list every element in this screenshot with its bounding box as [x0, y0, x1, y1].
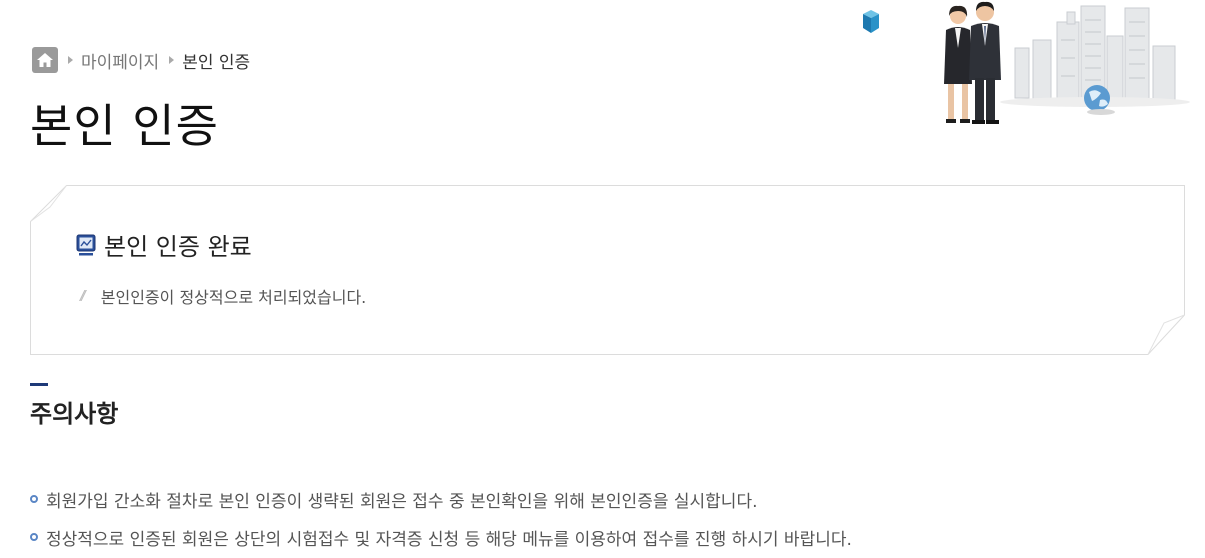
double-slash-icon: //	[80, 288, 86, 304]
chevron-right-icon	[68, 56, 73, 64]
home-icon[interactable]	[32, 47, 58, 73]
notice-message: // 본인인증이 정상적으로 처리되었습니다.	[80, 284, 366, 308]
monitor-icon	[76, 234, 96, 256]
hero-illustration	[845, 0, 1190, 135]
breadcrumb-item-mypage[interactable]: 마이페이지	[81, 48, 159, 73]
page-title: 본인 인증	[30, 99, 219, 153]
bullet-icon	[30, 495, 38, 503]
caution-list: 회원가입 간소화 절차로 본인 인증이 생략된 회원은 접수 중 본인확인을 위…	[30, 480, 852, 556]
notice-message-text: 본인인증이 정상적으로 처리되었습니다.	[100, 288, 367, 307]
businesswoman-illustration	[944, 5, 972, 123]
cube-icon	[863, 10, 879, 33]
notice-box	[30, 185, 1185, 355]
list-item-text: 정상적으로 인증된 회원은 상단의 시험접수 및 자격증 신청 등 해당 메뉴를…	[46, 529, 852, 550]
list-item-text: 회원가입 간소화 절차로 본인 인증이 생략된 회원은 접수 중 본인확인을 위…	[46, 491, 758, 512]
businessman-illustration	[969, 1, 1001, 124]
section-accent-bar	[30, 383, 48, 386]
bullet-icon	[30, 533, 38, 541]
chevron-right-icon	[169, 56, 175, 64]
list-item: 정상적으로 인증된 회원은 상단의 시험접수 및 자격증 신청 등 해당 메뉴를…	[30, 518, 852, 556]
breadcrumb-item-current: 본인 인증	[182, 52, 251, 73]
list-item: 회원가입 간소화 절차로 본인 인증이 생략된 회원은 접수 중 본인확인을 위…	[30, 480, 852, 518]
breadcrumb: 마이페이지 본인 인증	[32, 47, 250, 73]
notice-title: 본인 인증 완료	[76, 227, 252, 262]
caution-title: 주의사항	[30, 400, 119, 428]
notice-title-text: 본인 인증 완료	[104, 233, 252, 261]
